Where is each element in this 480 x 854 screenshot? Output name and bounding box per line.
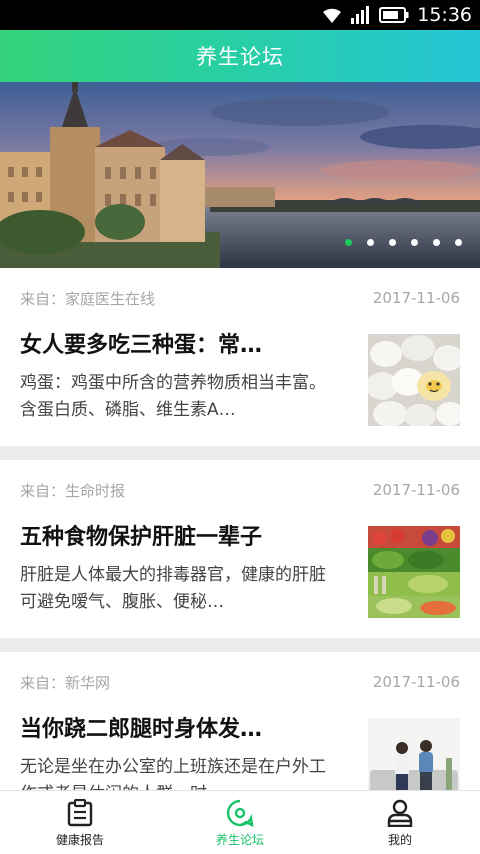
page-title: 养生论坛: [196, 45, 284, 69]
signal-icon: [351, 6, 370, 24]
article-summary: 无论是坐在办公室的上班族还是在户外工作或者是休闲的人群，时…: [20, 757, 326, 790]
article-thumbnail[interactable]: [368, 334, 460, 426]
article-date: 2017-11-06: [372, 289, 460, 307]
carousel-dot[interactable]: [433, 239, 440, 246]
nav-label: 我的: [387, 833, 412, 847]
status-time: 15:36: [417, 4, 472, 26]
carousel-dot[interactable]: [411, 239, 418, 246]
article-title[interactable]: 当你跷二郎腿时身体发…: [20, 712, 334, 748]
article-card[interactable]: 来自：生命时报 2017-11-06 五种食物保护肝脏一辈子 肝脏是人体最大的排…: [0, 460, 480, 638]
battery-icon: [379, 7, 409, 23]
eggs-image: [368, 334, 460, 426]
nav-label: 养生论坛: [215, 833, 264, 847]
article-date: 2017-11-06: [372, 673, 460, 691]
bottom-nav: 健康报告 养生论坛 我的: [0, 790, 480, 854]
clipboard-icon: [67, 799, 93, 827]
vegetables-image: [368, 526, 460, 618]
article-title[interactable]: 女人要多吃三种蛋：常…: [20, 328, 334, 364]
status-icons: 15:36: [321, 3, 472, 27]
carousel-dot[interactable]: [345, 239, 352, 246]
nav-label: 健康报告: [55, 833, 104, 847]
forum-chat-icon: [226, 799, 254, 827]
banner-carousel[interactable]: [0, 82, 480, 268]
person-icon: [387, 799, 413, 827]
carousel-dot[interactable]: [455, 239, 462, 246]
article-source: 来自：新华网: [20, 673, 111, 692]
article-thumbnail[interactable]: [368, 718, 460, 790]
article-title[interactable]: 五种食物保护肝脏一辈子: [20, 520, 334, 556]
carousel-dot[interactable]: [367, 239, 374, 246]
carousel-indicator: [345, 239, 462, 246]
article-meta: 来自：生命时报 2017-11-06: [20, 460, 460, 520]
article-source: 来自：家庭医生在线: [20, 289, 156, 308]
nav-item-forum[interactable]: 养生论坛: [160, 791, 320, 854]
article-card[interactable]: 来自：新华网 2017-11-06 当你跷二郎腿时身体发… 无论是坐在办公室的上…: [0, 652, 480, 790]
status-bar: 15:36: [0, 0, 480, 30]
article-summary: 肝脏是人体最大的排毒器官，健康的肝脏可避免嗳气、腹胀、便秘…: [20, 565, 326, 612]
article-meta: 来自：新华网 2017-11-06: [20, 652, 460, 712]
nav-item-health-report[interactable]: 健康报告: [0, 791, 160, 854]
article-date: 2017-11-06: [372, 481, 460, 499]
article-thumbnail[interactable]: [368, 526, 460, 618]
article-feed[interactable]: 来自：家庭医生在线 2017-11-06 女人要多吃三种蛋：常… 鸡蛋：鸡蛋中所…: [0, 268, 480, 790]
carousel-dot[interactable]: [389, 239, 396, 246]
article-card[interactable]: 来自：家庭医生在线 2017-11-06 女人要多吃三种蛋：常… 鸡蛋：鸡蛋中所…: [0, 268, 480, 446]
wifi-icon: [323, 8, 342, 23]
article-summary: 鸡蛋：鸡蛋中所含的营养物质相当丰富。含蛋白质、磷脂、维生素A…: [20, 373, 326, 420]
article-meta: 来自：家庭医生在线 2017-11-06: [20, 268, 460, 328]
nav-item-me[interactable]: 我的: [320, 791, 480, 854]
article-source: 来自：生命时报: [20, 481, 126, 500]
couple-sofa-image: [368, 718, 460, 790]
title-bar: 养生论坛: [0, 30, 480, 82]
